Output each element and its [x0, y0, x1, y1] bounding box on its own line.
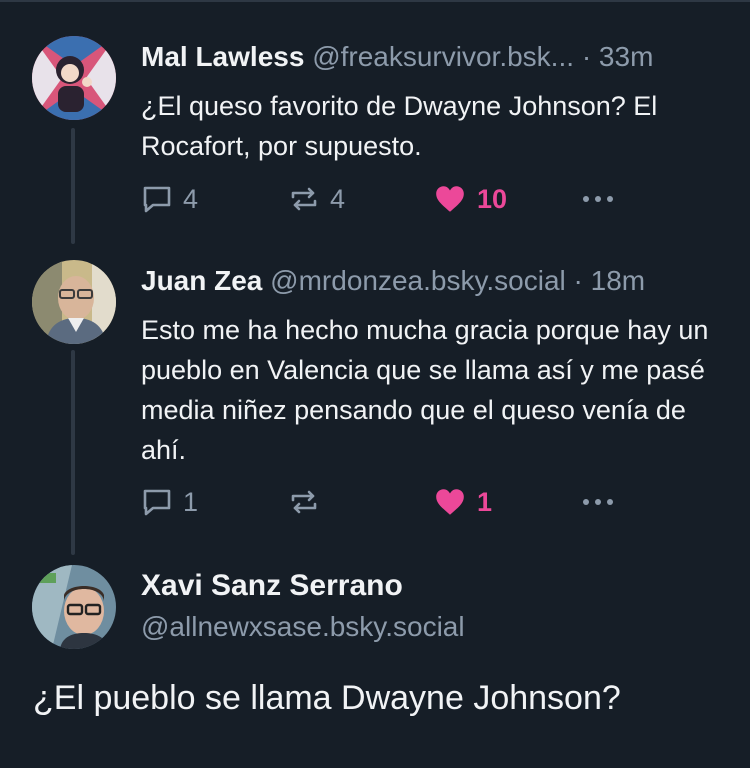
post-actions: 1 1 — [141, 482, 641, 522]
more-dots-icon — [583, 499, 589, 505]
author-name[interactable]: Juan Zea — [141, 265, 262, 296]
post-time[interactable]: 33m — [599, 41, 653, 72]
post-text: Esto me ha hecho mucha gracia porque hay… — [141, 315, 709, 465]
thread-line — [71, 128, 75, 244]
reply-button[interactable]: 4 — [141, 179, 198, 219]
reply-count: 1 — [183, 486, 199, 517]
author-handle[interactable]: @mrdonzea.bsky.social — [270, 265, 566, 296]
avatar-photo-man-glasses-selfie-icon — [32, 565, 116, 649]
avatar-illustrated-character-icon — [32, 36, 116, 120]
more-options-button[interactable] — [583, 490, 619, 514]
repost-button[interactable]: 4 — [288, 179, 345, 219]
separator-dot: · — [581, 41, 592, 72]
separator-dot: · — [573, 265, 583, 296]
heart-filled-icon — [436, 186, 464, 212]
thread-post-1[interactable]: Mal Lawless @freaksurvivor.bsk... · 33m … — [0, 0, 750, 250]
reply-count: 4 — [183, 183, 199, 214]
avatar[interactable] — [32, 260, 116, 344]
post-header: Mal Lawless @freaksurvivor.bsk... · 33m — [141, 40, 653, 74]
avatar[interactable] — [32, 565, 116, 649]
post-text: ¿El queso favorito de Dwayne Johnson? El… — [141, 91, 658, 161]
post-text: ¿El pueblo se llama Dwayne Johnson? — [33, 679, 621, 717]
author-handle[interactable]: @allnewxsase.bsky.social — [141, 611, 465, 643]
like-button[interactable]: 1 — [433, 482, 492, 522]
repost-count: 4 — [330, 183, 346, 214]
reply-icon — [143, 186, 171, 213]
more-options-button[interactable] — [583, 187, 619, 211]
post-time[interactable]: 18m — [591, 265, 645, 296]
thread-post-2[interactable]: Juan Zea @mrdonzea.bsky.social · 18m Est… — [0, 250, 750, 555]
focused-post[interactable]: Xavi Sanz Serrano @allnewxsase.bsky.soci… — [0, 555, 750, 768]
reply-button[interactable]: 1 — [141, 482, 198, 522]
repost-button[interactable] — [288, 482, 330, 522]
repost-icon — [291, 490, 317, 514]
like-button[interactable]: 10 — [433, 179, 507, 219]
reply-icon — [143, 489, 171, 516]
repost-icon — [291, 187, 317, 211]
author-name[interactable]: Mal Lawless — [141, 41, 304, 72]
avatar-photo-man-glasses-icon — [32, 260, 116, 344]
avatar[interactable] — [32, 36, 116, 120]
more-dots-icon — [583, 196, 589, 202]
heart-filled-icon — [436, 489, 464, 515]
post-header: Juan Zea @mrdonzea.bsky.social · 18m — [141, 264, 645, 298]
like-count: 1 — [477, 486, 493, 517]
like-count: 10 — [477, 183, 508, 214]
thread-line — [71, 350, 75, 555]
author-name[interactable]: Xavi Sanz Serrano — [141, 569, 403, 603]
author-handle[interactable]: @freaksurvivor.bsk... — [312, 41, 574, 72]
post-actions: 4 4 10 — [141, 179, 641, 219]
